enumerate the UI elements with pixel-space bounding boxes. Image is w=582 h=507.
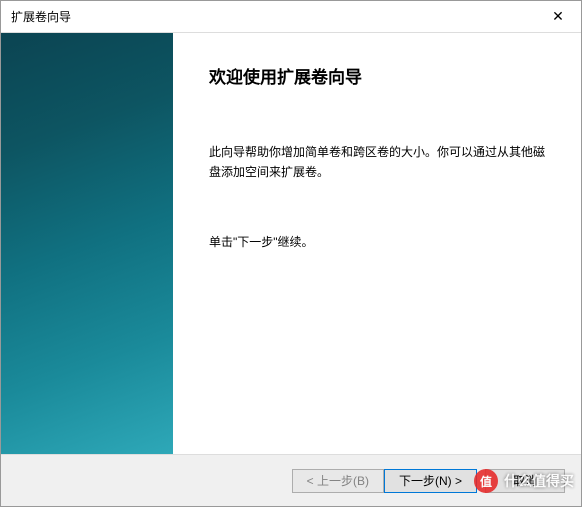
wizard-main-panel: 欢迎使用扩展卷向导 此向导帮助你增加简单卷和跨区卷的大小。你可以通过从其他磁盘添… [173,33,581,454]
wizard-description: 此向导帮助你增加简单卷和跨区卷的大小。你可以通过从其他磁盘添加空间来扩展卷。 [209,142,551,183]
next-button[interactable]: 下一步(N) > [384,469,477,493]
wizard-sidebar-graphic [1,33,173,454]
titlebar: 扩展卷向导 ✕ [1,1,581,33]
cancel-button[interactable]: 取消 [485,469,565,493]
window-title: 扩展卷向导 [11,8,71,25]
close-button[interactable]: ✕ [535,1,581,32]
wizard-dialog: 扩展卷向导 ✕ 欢迎使用扩展卷向导 此向导帮助你增加简单卷和跨区卷的大小。你可以… [0,0,582,507]
wizard-instruction: 单击"下一步"继续。 [209,233,551,252]
button-bar: < 上一步(B) 下一步(N) > 取消 [1,454,581,506]
back-button: < 上一步(B) [292,469,384,493]
content-area: 欢迎使用扩展卷向导 此向导帮助你增加简单卷和跨区卷的大小。你可以通过从其他磁盘添… [1,33,581,454]
close-icon: ✕ [552,8,564,25]
wizard-heading: 欢迎使用扩展卷向导 [209,63,551,88]
